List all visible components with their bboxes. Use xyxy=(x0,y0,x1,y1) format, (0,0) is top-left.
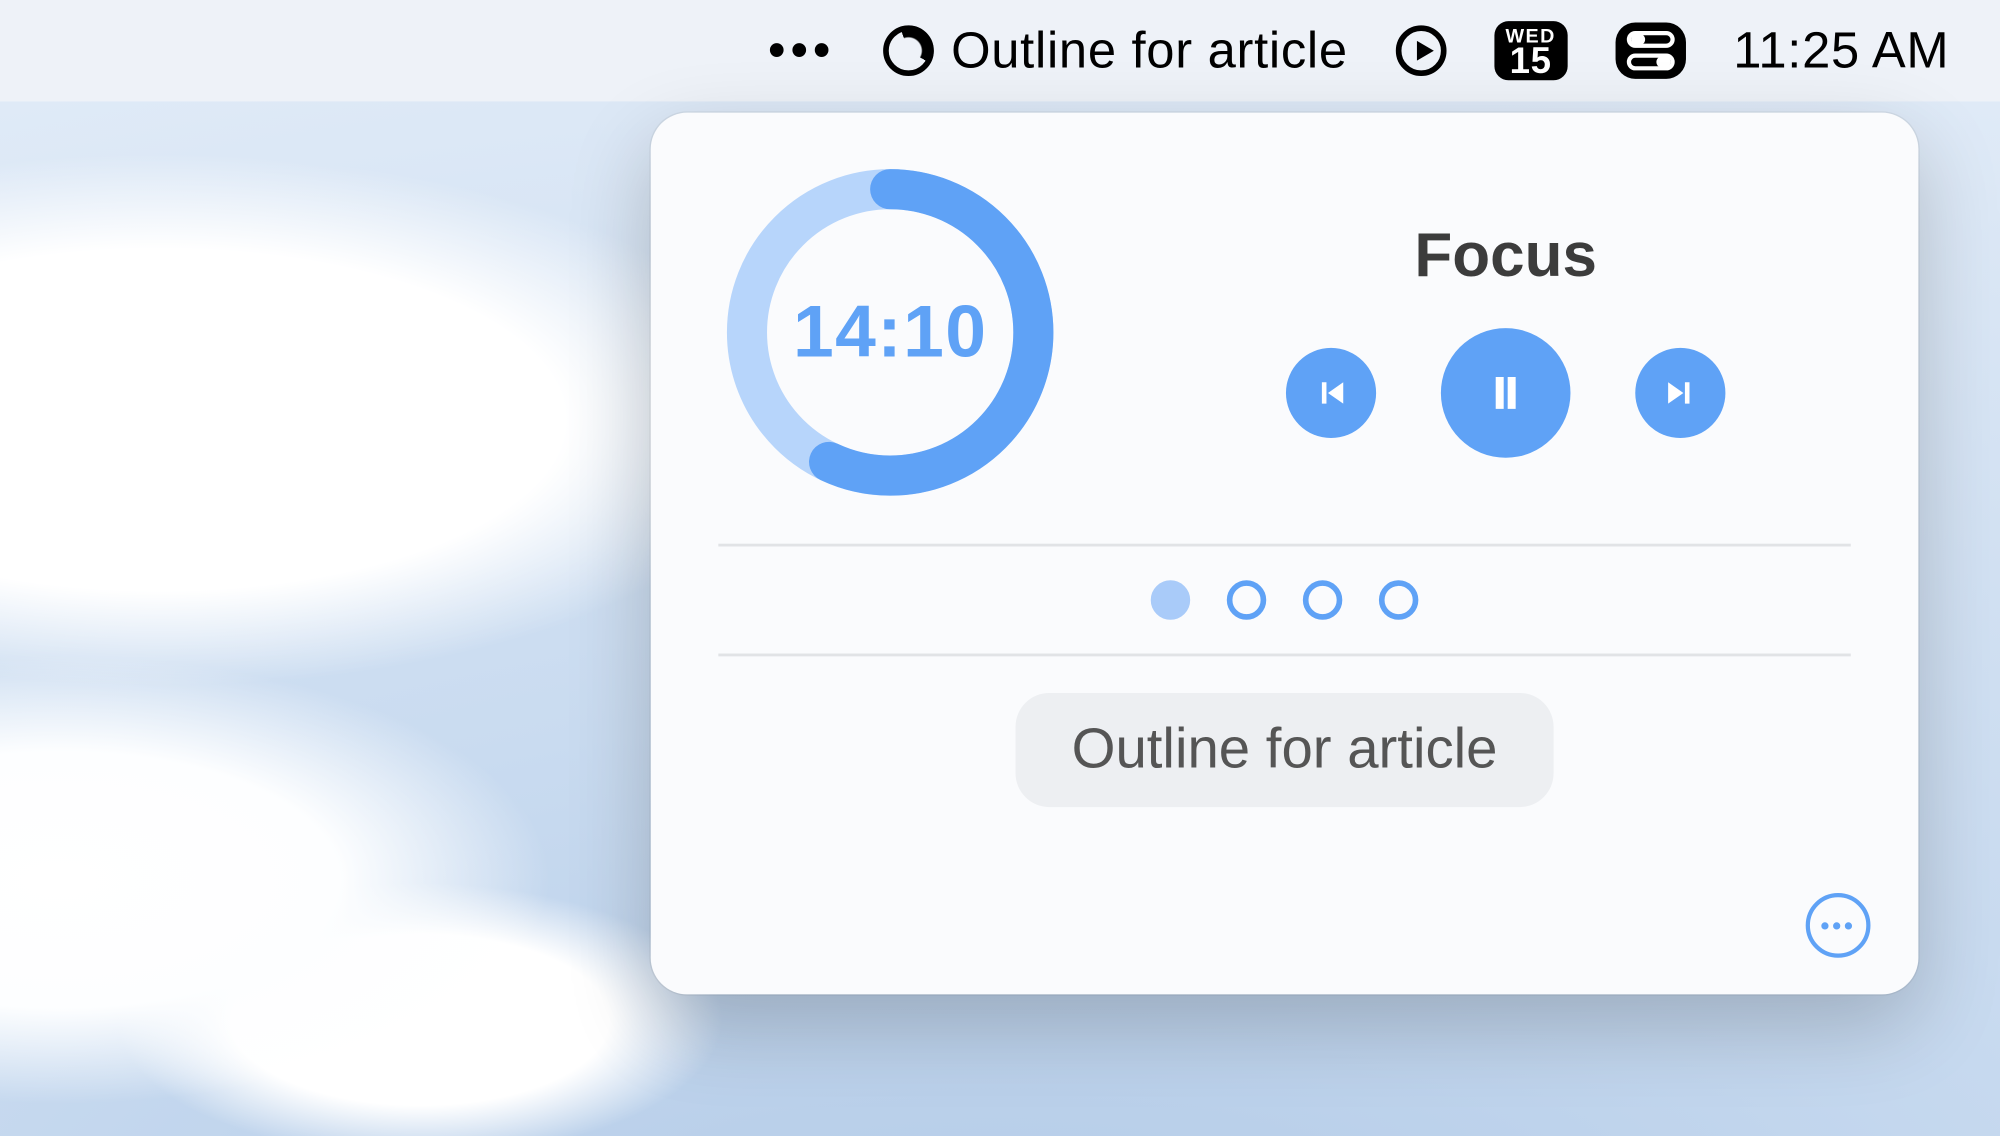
next-button[interactable] xyxy=(1635,348,1725,438)
mode-label: Focus xyxy=(1414,221,1597,291)
progress-ring: 14:10 xyxy=(718,161,1062,505)
session-dot xyxy=(1227,580,1266,619)
menubar-play-item[interactable] xyxy=(1396,25,1447,76)
skip-back-icon xyxy=(1313,375,1350,412)
control-center-item[interactable] xyxy=(1615,23,1685,79)
calendar-day: 15 xyxy=(1510,44,1552,77)
menubar-calendar-item[interactable]: WED 15 xyxy=(1494,21,1567,80)
menubar-clock[interactable]: 11:25 AM xyxy=(1733,21,1949,80)
timer-popover: 14:10 Focus xyxy=(651,113,1919,995)
task-pill[interactable]: Outline for article xyxy=(1015,693,1554,807)
task-name: Outline for article xyxy=(1072,718,1498,780)
session-dot xyxy=(1379,580,1418,619)
pause-button[interactable] xyxy=(1441,328,1571,458)
session-dot xyxy=(1151,580,1190,619)
skip-forward-icon xyxy=(1662,375,1699,412)
menubar-timer-item[interactable]: Outline for article xyxy=(884,21,1348,80)
session-dot xyxy=(1303,580,1342,619)
menubar: ••• Outline for article WED 15 11:25 AM xyxy=(0,0,2000,101)
panel-top-row: 14:10 Focus xyxy=(718,161,1850,505)
progress-half-icon xyxy=(884,25,935,76)
calendar-badge-icon: WED 15 xyxy=(1494,21,1567,80)
time-remaining: 14:10 xyxy=(718,161,1062,505)
menubar-task-title: Outline for article xyxy=(951,21,1348,80)
divider xyxy=(718,544,1850,547)
ellipsis-icon: ••• xyxy=(1821,911,1856,941)
playback-controls xyxy=(1286,328,1725,458)
pause-icon xyxy=(1482,369,1530,417)
previous-button[interactable] xyxy=(1286,348,1376,438)
more-options-button[interactable]: ••• xyxy=(1806,893,1871,958)
play-circle-icon xyxy=(1396,25,1447,76)
divider xyxy=(718,654,1850,657)
controls-column: Focus xyxy=(1161,221,1851,458)
control-center-icon xyxy=(1615,23,1685,79)
overflow-menu-icon[interactable]: ••• xyxy=(768,23,835,78)
session-dots xyxy=(718,572,1850,628)
